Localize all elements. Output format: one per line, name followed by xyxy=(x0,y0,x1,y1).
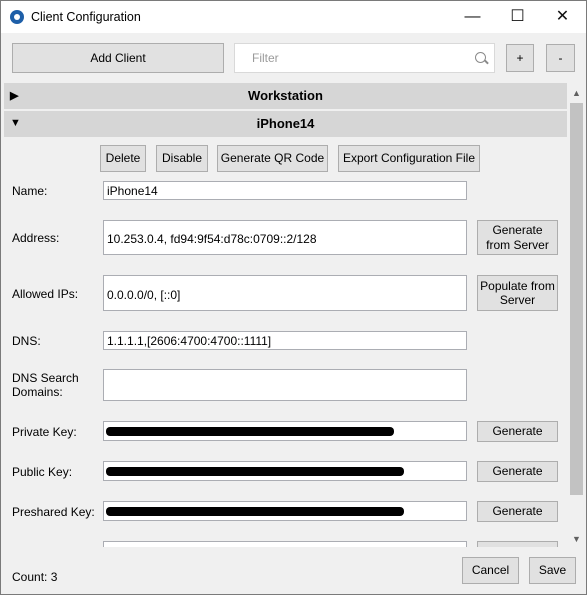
export-configuration-button[interactable]: Export Configuration File xyxy=(338,145,480,172)
delete-button[interactable]: Delete xyxy=(100,145,146,172)
vertical-scrollbar[interactable]: ▲ ▼ xyxy=(568,85,585,547)
section-title: iPhone14 xyxy=(256,116,315,131)
dns-label: DNS: xyxy=(12,334,41,348)
populate-from-server-button[interactable]: Populate from Server xyxy=(477,275,558,311)
generate-preshared-key-button[interactable]: Generate xyxy=(477,501,558,522)
window-title: Client Configuration xyxy=(31,10,141,24)
section-workstation[interactable]: ▶ Workstation xyxy=(4,83,567,109)
app-icon xyxy=(10,10,24,24)
generate-qr-code-button[interactable]: Generate QR Code xyxy=(217,145,328,172)
public-key-label: Public Key: xyxy=(12,465,73,479)
dns-search-domains-input[interactable] xyxy=(103,369,467,401)
maximize-button[interactable]: ☐ xyxy=(495,1,540,33)
dns-input[interactable]: 1.1.1.1,[2606:4700:4700::1111] xyxy=(103,331,467,350)
minus-button[interactable]: - xyxy=(546,44,575,72)
next-field-button[interactable] xyxy=(477,541,558,547)
dns-search-domains-label: DNS Search Domains: xyxy=(12,371,79,399)
redaction-mark xyxy=(106,507,404,516)
allowed-ips-input[interactable]: 0.0.0.0/0, [::0] xyxy=(103,275,467,311)
preshared-key-label: Preshared Key: xyxy=(12,505,95,519)
private-key-input[interactable] xyxy=(103,421,467,441)
section-title: Workstation xyxy=(248,88,323,103)
public-key-input[interactable] xyxy=(103,461,467,481)
cancel-button[interactable]: Cancel xyxy=(462,557,519,584)
name-input[interactable]: iPhone14 xyxy=(103,181,467,200)
plus-button[interactable]: + xyxy=(506,44,534,72)
count-text: Count: 3 xyxy=(12,570,58,584)
disable-button[interactable]: Disable xyxy=(156,145,208,172)
redaction-mark xyxy=(106,427,394,436)
allowed-ips-label: Allowed IPs: xyxy=(12,287,79,301)
scroll-thumb[interactable] xyxy=(570,103,583,495)
generate-private-key-button[interactable]: Generate xyxy=(477,421,558,442)
scroll-up-arrow-icon[interactable]: ▲ xyxy=(568,85,585,101)
minimize-button[interactable]: — xyxy=(450,1,495,33)
client-configuration-window: Client Configuration — ☐ ✕ Add Client Fi… xyxy=(0,0,587,595)
section-iphone14[interactable]: ▼ iPhone14 xyxy=(4,111,567,137)
search-icon[interactable] xyxy=(475,52,486,63)
filter-placeholder: Filter xyxy=(252,51,279,65)
next-field-input[interactable] xyxy=(103,541,467,547)
scroll-down-arrow-icon[interactable]: ▼ xyxy=(568,531,585,547)
add-client-button[interactable]: Add Client xyxy=(12,43,224,73)
filter-input[interactable]: Filter xyxy=(234,43,495,73)
address-input[interactable]: 10.253.0.4, fd94:9f54:d78c:0709::2/128 xyxy=(103,220,467,255)
preshared-key-input[interactable] xyxy=(103,501,467,521)
title-bar: Client Configuration — ☐ ✕ xyxy=(1,1,586,33)
name-label: Name: xyxy=(12,184,48,198)
generate-from-server-button[interactable]: Generate from Server xyxy=(477,220,558,255)
address-label: Address: xyxy=(12,231,60,245)
generate-public-key-button[interactable]: Generate xyxy=(477,461,558,482)
save-button[interactable]: Save xyxy=(529,557,576,584)
redaction-mark xyxy=(106,467,404,476)
private-key-label: Private Key: xyxy=(12,425,77,439)
close-button[interactable]: ✕ xyxy=(540,1,585,33)
